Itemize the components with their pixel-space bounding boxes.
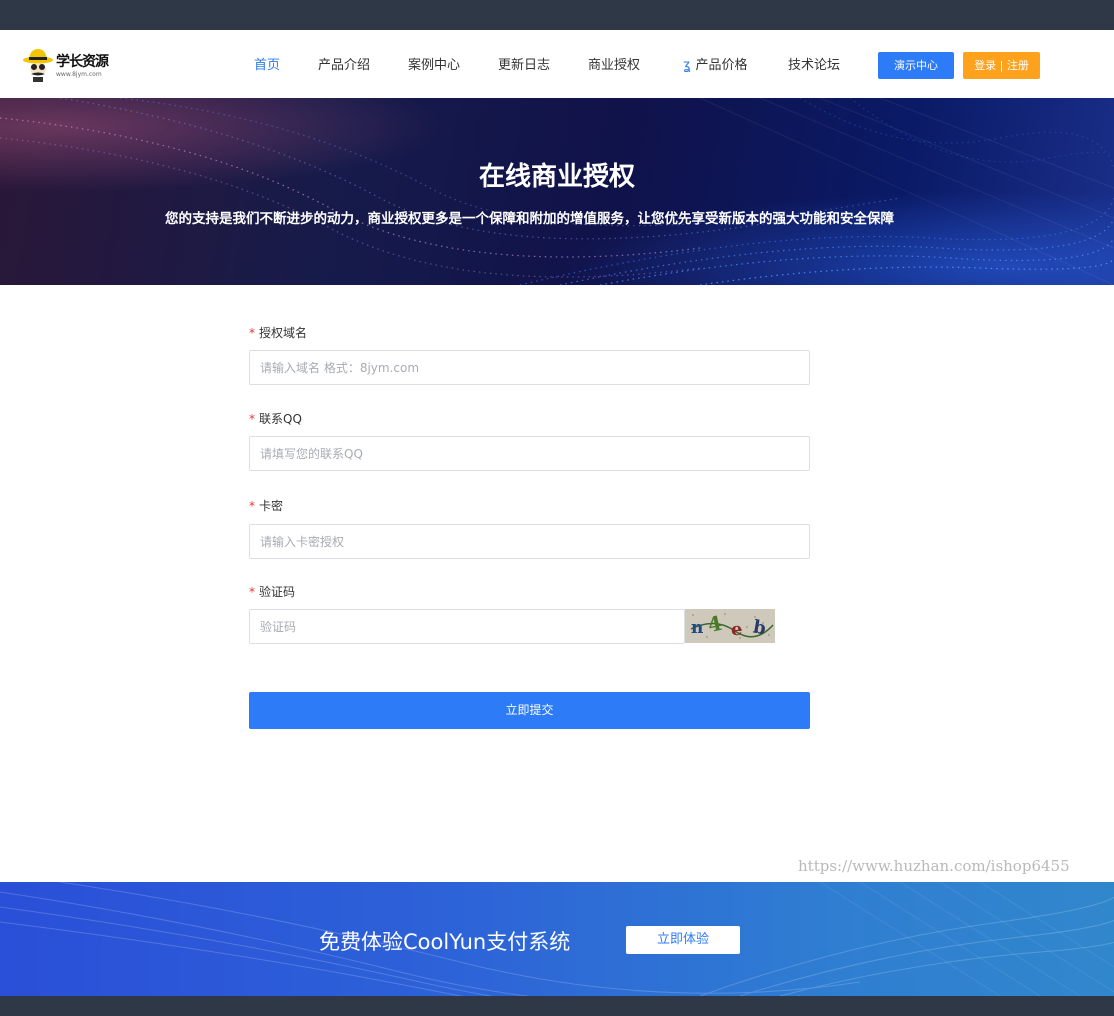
nav-item-pricing[interactable]: ʓ 产品价格	[683, 54, 748, 73]
nav-item-forum[interactable]: 技术论坛	[788, 54, 840, 73]
logo-hat-icon	[23, 49, 53, 82]
try-now-button[interactable]: 立即体验	[626, 926, 740, 954]
domain-input[interactable]	[249, 350, 810, 385]
price-tag-icon: ʓ	[683, 58, 691, 73]
qq-label: * 联系QQ	[249, 412, 302, 426]
watermark-text: https://www.huzhan.com/ishop6455	[798, 857, 1070, 875]
top-bar	[0, 0, 1114, 30]
demo-center-button[interactable]: 演示中心	[878, 52, 954, 79]
footer-bar	[0, 996, 1114, 1016]
hero-title: 在线商业授权	[478, 162, 635, 192]
hero-banner: 在线商业授权 您的支持是我们不断进步的动力，商业授权更多是一个保障和附加的增值服…	[0, 98, 1114, 285]
navbar: 学长资源 www.8jym.com 首页 产品介绍 案例中心 更新日志 商业授权…	[0, 30, 1114, 98]
required-marker: *	[249, 499, 255, 513]
cta-text: 免费体验CoolYun支付系统	[319, 930, 571, 954]
required-marker: *	[249, 326, 255, 340]
cta-banner: 免费体验CoolYun支付系统 立即体验	[0, 882, 1114, 996]
logo[interactable]: 学长资源 www.8jym.com	[22, 47, 112, 83]
required-marker: *	[249, 412, 255, 426]
nav-item-commercial-license[interactable]: 商业授权	[588, 54, 640, 73]
domain-label: * 授权域名	[249, 326, 308, 340]
nav-item-changelog[interactable]: 更新日志	[498, 54, 550, 73]
card-key-input[interactable]	[249, 524, 810, 559]
card-key-label: * 卡密	[249, 499, 284, 513]
captcha-char: e	[731, 619, 742, 640]
submit-button[interactable]: 立即提交	[249, 692, 810, 729]
nav-item-pricing-label: 产品价格	[695, 58, 748, 73]
required-marker: *	[249, 585, 255, 599]
qq-input[interactable]	[249, 436, 810, 471]
captcha-graphic: n 4 e b	[685, 609, 775, 643]
login-register-button[interactable]: 登录 | 注册	[963, 52, 1040, 79]
captcha-input[interactable]	[249, 609, 685, 644]
hero-subtitle: 您的支持是我们不断进步的动力，商业授权更多是一个保障和附加的增值服务，让您优先享…	[165, 211, 894, 227]
logo-url: www.8jym.com	[56, 71, 102, 78]
captcha-label: * 验证码	[249, 585, 296, 599]
nav-item-product-intro[interactable]: 产品介绍	[318, 54, 370, 73]
nav-item-home[interactable]: 首页	[254, 54, 280, 73]
captcha-char: n	[691, 618, 703, 638]
logo-text: 学长资源	[56, 54, 109, 70]
captcha-image[interactable]: n 4 e b	[685, 609, 775, 643]
nav-item-cases[interactable]: 案例中心	[408, 54, 460, 73]
